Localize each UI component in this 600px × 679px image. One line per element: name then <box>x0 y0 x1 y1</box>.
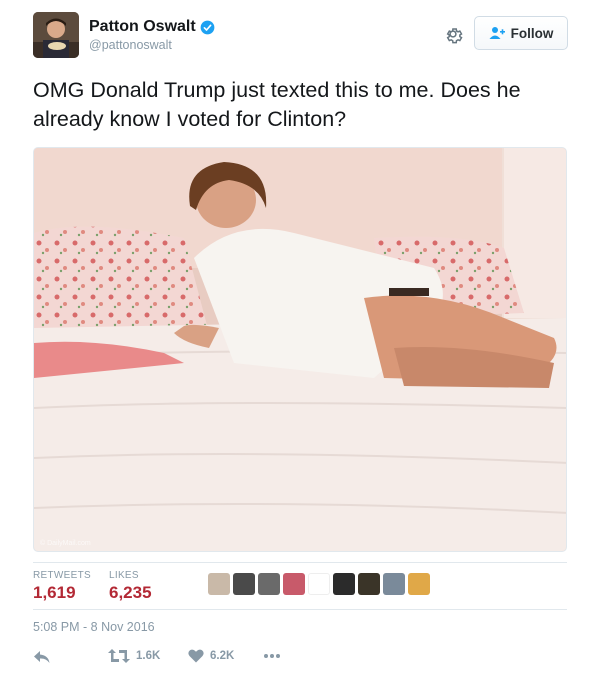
liker-avatar[interactable] <box>408 573 430 595</box>
display-name-text[interactable]: Patton Oswalt <box>89 18 196 36</box>
more-icon <box>263 653 281 659</box>
handle[interactable]: @pattonoswalt <box>89 38 215 52</box>
timestamp[interactable]: 5:08 PM - 8 Nov 2016 <box>33 620 155 634</box>
more-button[interactable] <box>263 653 281 659</box>
liker-avatar[interactable] <box>258 573 280 595</box>
liker-avatar[interactable] <box>233 573 255 595</box>
liker-avatar[interactable] <box>383 573 405 595</box>
tweet-header: Patton Oswalt @pattonoswalt Follow <box>33 12 568 62</box>
like-button[interactable]: 6.2K <box>188 649 234 663</box>
likes-stat[interactable]: LIKES 6,235 <box>109 570 152 603</box>
liker-avatar[interactable] <box>283 573 305 595</box>
retweet-icon <box>108 649 130 663</box>
liker-avatar[interactable] <box>308 573 330 595</box>
liker-avatar[interactable] <box>358 573 380 595</box>
retweet-count: 1.6K <box>136 650 161 662</box>
reply-button[interactable] <box>33 649 51 665</box>
likes-value: 6,235 <box>109 583 152 602</box>
reply-icon <box>33 649 51 665</box>
like-count: 6.2K <box>210 650 235 662</box>
retweets-stat[interactable]: RETWEETS 1,619 <box>33 570 91 603</box>
display-name[interactable]: Patton Oswalt <box>89 18 215 36</box>
retweets-value: 1,619 <box>33 583 76 602</box>
tweet-stats: RETWEETS 1,619 LIKES 6,235 <box>33 562 567 610</box>
name-block: Patton Oswalt @pattonoswalt <box>89 18 215 52</box>
tweet-photo[interactable]: © DailyMail.com <box>33 147 567 552</box>
retweets-label: RETWEETS <box>33 570 91 581</box>
avatar[interactable] <box>33 12 79 58</box>
follow-label: Follow <box>510 25 554 41</box>
liker-avatar[interactable] <box>333 573 355 595</box>
photo-watermark: © DailyMail.com <box>40 540 91 547</box>
follow-button[interactable]: Follow <box>474 16 568 50</box>
follow-user-icon <box>489 26 505 40</box>
tweet-text: OMG Donald Trump just texted this to me.… <box>33 78 521 131</box>
liker-avatars <box>208 573 430 595</box>
liker-avatar[interactable] <box>208 573 230 595</box>
tweet-actions: 1.6K 6.2K <box>33 649 567 671</box>
verified-icon <box>200 20 215 35</box>
likes-label: LIKES <box>109 570 139 581</box>
retweet-button[interactable]: 1.6K <box>108 649 160 663</box>
gear-icon[interactable] <box>443 24 463 44</box>
heart-icon <box>188 649 204 663</box>
